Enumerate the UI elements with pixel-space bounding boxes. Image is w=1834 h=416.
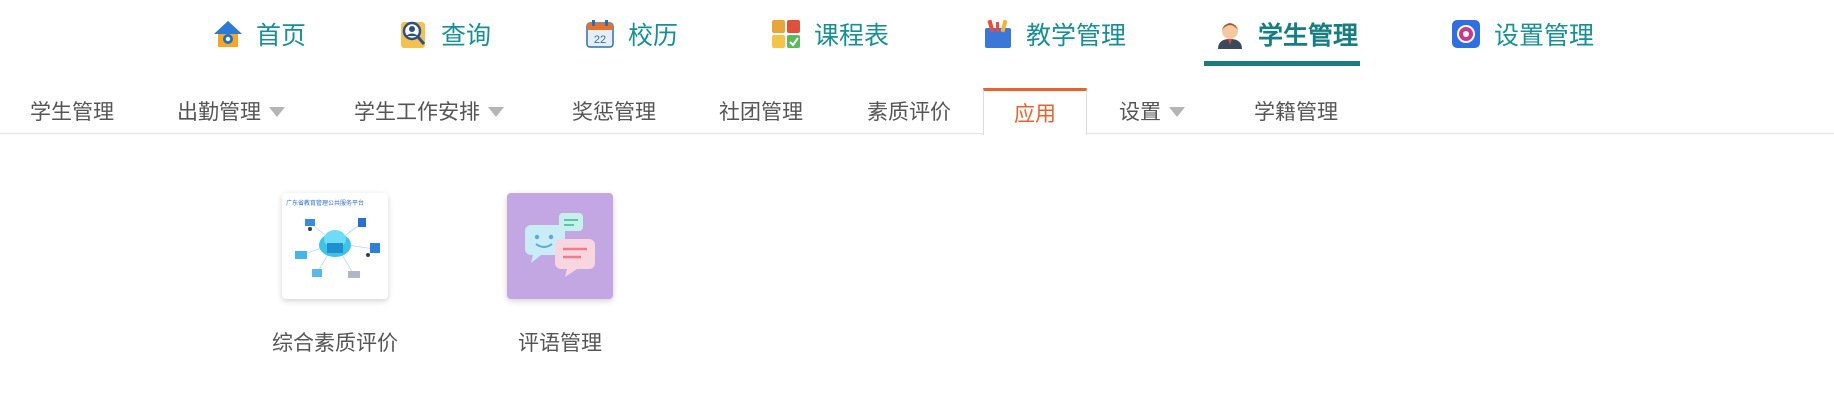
top-navigation: 首页 查询 22 校历 课程表 教学管理 学生管理 设置管理 [0,0,1834,76]
chat-bubbles-icon [525,213,595,277]
teaching-icon [982,18,1014,50]
subnav-label: 社团管理 [719,100,803,124]
subnav-clubs[interactable]: 社团管理 [719,88,803,134]
subnav-attendance[interactable]: 出勤管理 [177,88,285,134]
app-thumbnail: 广东省教育管理公共服务平台 [282,193,388,299]
subnav-label: 学生管理 [30,100,114,124]
schedule-icon [770,18,802,50]
search-person-icon [397,18,429,50]
chevron-down-icon [488,107,504,117]
top-nav-timetable[interactable]: 课程表 [770,0,889,68]
subnav-student-management[interactable]: 学生管理 [30,88,114,134]
subnav-label: 学生工作安排 [354,100,480,124]
subnav-label: 学籍管理 [1254,100,1338,124]
subnav-work-arrangement[interactable]: 学生工作安排 [354,88,504,134]
subnav-quality-eval[interactable]: 素质评价 [867,88,951,134]
top-nav-settings[interactable]: 设置管理 [1450,0,1594,68]
chevron-down-icon [1169,107,1185,117]
subnav-label: 应用 [1014,102,1056,126]
subnav-applications[interactable]: 应用 [983,88,1087,135]
chevron-down-icon [269,107,285,117]
network-illustration-icon [295,218,380,278]
top-nav-label: 课程表 [814,21,890,50]
subnav-settings[interactable]: 设置 [1119,88,1185,134]
top-nav-home[interactable]: 首页 [212,0,306,68]
app-comment-management[interactable]: 评语管理 [480,193,640,357]
top-nav-teaching[interactable]: 教学管理 [982,0,1126,68]
top-nav-label: 校历 [628,21,679,50]
subnav-label: 素质评价 [867,100,951,124]
subnav-label: 奖惩管理 [572,100,656,124]
app-thumbnail [507,193,613,299]
active-tab-indicator [1204,61,1360,66]
app-label: 评语管理 [518,331,602,355]
top-nav-student[interactable]: 学生管理 [1214,0,1358,68]
subnav-rewards[interactable]: 奖惩管理 [572,88,656,134]
app-label: 综合素质评价 [272,331,398,355]
top-nav-label: 教学管理 [1026,21,1127,50]
home-icon [212,18,244,50]
top-nav-calendar[interactable]: 22 校历 [584,0,678,68]
top-nav-label: 首页 [256,21,307,50]
settings-icon [1450,18,1482,50]
subnav-label: 出勤管理 [177,100,261,124]
top-nav-label: 学生管理 [1258,21,1359,50]
top-nav-label: 查询 [441,21,492,50]
subnav-label: 设置 [1119,100,1161,124]
student-icon [1214,18,1246,50]
svg-text:22: 22 [594,34,606,46]
calendar-icon: 22 [584,18,616,50]
app-comprehensive-quality-eval[interactable]: 广东省教育管理公共服务平台 综合素质评价 [255,193,415,357]
top-nav-query[interactable]: 查询 [397,0,491,68]
top-nav-label: 设置管理 [1494,21,1595,50]
subnav-enrollment[interactable]: 学籍管理 [1254,88,1338,134]
